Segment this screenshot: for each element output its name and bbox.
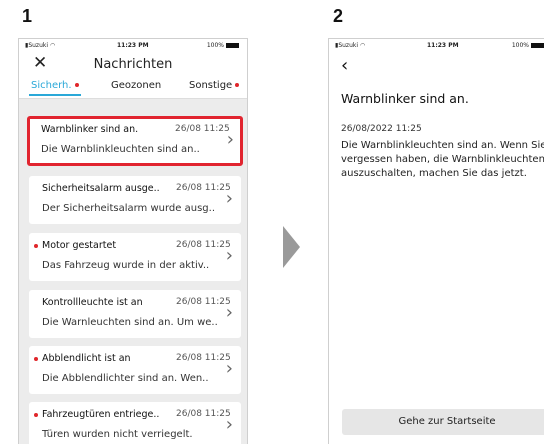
battery-icon	[226, 43, 239, 48]
battery-indicator: 100%	[512, 42, 544, 49]
message-item[interactable]: Warnblinker sind an. 26/08 11:25 Die War…	[27, 116, 243, 166]
message-preview: Der Sicherheitsalarm wurde ausg..	[42, 203, 215, 214]
step-number-1: 1	[22, 6, 33, 26]
message-preview: Die Warnleuchten sind an. Um we..	[42, 317, 218, 328]
message-preview: Türen wurden nicht verriegelt.	[42, 429, 193, 440]
battery-indicator: 100%	[207, 42, 239, 49]
message-date: 26/08 11:25	[176, 297, 231, 307]
chevron-right-icon: ›	[225, 414, 233, 435]
message-item[interactable]: Abblendlicht ist an 26/08 11:25 Die Abbl…	[29, 346, 241, 394]
message-body: Die Warnblinkleuchten sind an. Wenn Sie …	[341, 140, 544, 179]
tab-bar: Sicherh. Geozonen Sonstige	[19, 76, 247, 99]
active-tab-indicator	[29, 94, 81, 96]
chevron-right-icon: ›	[225, 188, 233, 209]
message-title: Fahrzeugtüren entriege..	[42, 409, 160, 420]
message-preview: Die Warnblinkleuchten sind an..	[41, 144, 200, 155]
message-preview: Das Fahrzeug wurde in der aktiv..	[42, 260, 210, 271]
status-time: 11:23 PM	[427, 42, 459, 49]
carrier-label: ▮Suzuki ◠	[25, 42, 56, 49]
message-date: 26/08 11:25	[175, 124, 230, 134]
tab-safety[interactable]: Sicherh.	[31, 80, 79, 91]
message-title: Kontrollleuchte ist an	[42, 297, 143, 308]
message-date: 26/08 11:25	[176, 240, 231, 250]
tab-other[interactable]: Sonstige	[189, 80, 240, 91]
unread-dot	[74, 83, 79, 87]
message-item[interactable]: Motor gestartet 26/08 11:25 Das Fahrzeug…	[29, 233, 241, 281]
chevron-right-icon: ›	[225, 302, 233, 323]
message-title: Sicherheitsalarm ausge..	[42, 183, 160, 194]
chevron-right-icon: ›	[225, 358, 233, 379]
battery-icon	[531, 43, 544, 48]
message-item[interactable]: Kontrollleuchte ist an 26/08 11:25 Die W…	[29, 290, 241, 338]
phone-screen-message-detail: ▮Suzuki ◠ 11:23 PM 100% ‹ Warnblinker si…	[328, 38, 544, 444]
page-title: Nachrichten	[93, 57, 173, 72]
phone-screen-messages-list: ▮Suzuki ◠ 11:23 PM 100% ✕ Nachrichten Si…	[18, 38, 248, 444]
message-date: 26/08 11:25	[176, 409, 231, 419]
status-bar: ▮Suzuki ◠ 11:23 PM 100%	[329, 39, 544, 52]
chevron-right-icon: ›	[226, 129, 234, 150]
message-title: Warnblinker sind an.	[41, 124, 139, 135]
header: ✕ Nachrichten	[19, 52, 247, 76]
go-to-home-button[interactable]: Gehe zur Startseite	[342, 409, 544, 435]
unread-dot	[34, 244, 38, 248]
message-item[interactable]: Sicherheitsalarm ausge.. 26/08 11:25 Der…	[29, 176, 241, 224]
status-time: 11:23 PM	[117, 42, 149, 49]
message-date: 26/08 11:25	[176, 183, 231, 193]
unread-dot	[235, 83, 240, 87]
message-title: Motor gestartet	[42, 240, 117, 251]
chevron-right-icon: ›	[225, 245, 233, 266]
message-date: 26/08 11:25	[176, 353, 231, 363]
next-step-arrow-icon	[283, 226, 300, 268]
status-bar: ▮Suzuki ◠ 11:23 PM 100%	[19, 39, 247, 52]
message-date: 26/08/2022 11:25	[341, 124, 422, 134]
message-preview: Die Abblendlichter sind an. Wen..	[42, 373, 209, 384]
message-item[interactable]: Fahrzeugtüren entriege.. 26/08 11:25 Tür…	[29, 402, 241, 444]
carrier-label: ▮Suzuki ◠	[335, 42, 366, 49]
back-icon[interactable]: ‹	[341, 57, 348, 75]
unread-dot	[34, 413, 38, 417]
message-title: Abblendlicht ist an	[42, 353, 131, 364]
message-title: Warnblinker sind an.	[341, 91, 469, 106]
tab-geozones[interactable]: Geozonen	[111, 80, 161, 91]
unread-dot	[34, 357, 38, 361]
step-number-2: 2	[333, 6, 344, 26]
